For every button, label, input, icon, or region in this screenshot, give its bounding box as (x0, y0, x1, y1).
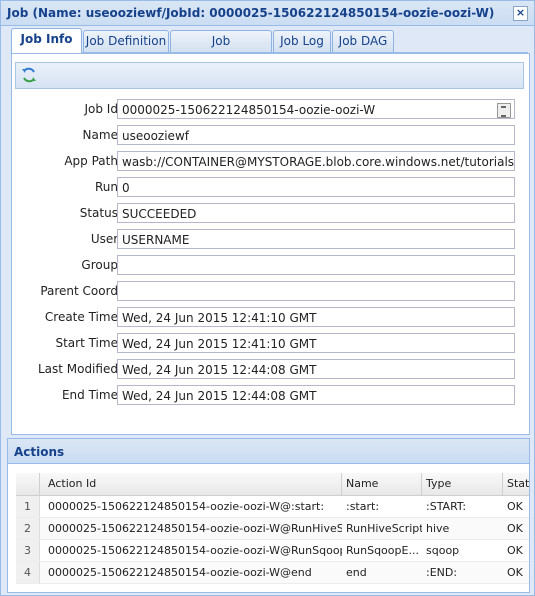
actions-title: Actions (14, 445, 65, 459)
user-field[interactable]: USERNAME (117, 229, 515, 249)
status-cell: OK (507, 566, 523, 579)
refresh-icon[interactable] (20, 66, 38, 84)
status-cell: OK (507, 544, 523, 557)
grid-header: Action Id Name Type Status (16, 473, 529, 496)
tab-bar: Job Info Job Definition Job Configuratio… (11, 28, 528, 69)
run-field[interactable]: 0 (117, 177, 515, 197)
field-row-user: User: USERNAME (12, 229, 529, 251)
action-id-cell: 0000025-150622124850154-oozie-oozi-W@Run… (48, 522, 342, 535)
tab-job-definition[interactable]: Job Definition (83, 30, 169, 52)
parent-coord-field[interactable] (117, 281, 515, 301)
last-modified-field[interactable]: Wed, 24 Jun 2015 12:44:08 GMT (117, 359, 515, 379)
column-header-status[interactable]: Status (503, 473, 529, 495)
status-field[interactable]: SUCCEEDED (117, 203, 515, 223)
app-path-label: App Path: (64, 154, 122, 168)
tab-job-dag[interactable]: Job DAG (332, 30, 394, 52)
last-modified-label: Last Modified: (37, 362, 122, 376)
name-cell: end (346, 566, 367, 579)
action-id-cell: 0000025-150622124850154-oozie-oozi-W@end (48, 566, 312, 579)
window-titlebar: Job (Name: useooziewf/JobId: 0000025-150… (1, 1, 534, 26)
status-label: Status: (79, 206, 122, 220)
job-window: Job (Name: useooziewf/JobId: 0000025-150… (0, 0, 535, 596)
tab-job-log[interactable]: Job Log (273, 30, 331, 52)
field-row-status: Status: SUCCEEDED (12, 203, 529, 225)
field-row-start-time: Start Time: Wed, 24 Jun 2015 12:41:10 GM… (12, 333, 529, 355)
end-time-field[interactable]: Wed, 24 Jun 2015 12:44:08 GMT (117, 385, 515, 405)
row-number: 4 (16, 562, 40, 583)
row-number: 1 (16, 496, 40, 517)
table-row[interactable]: 3 0000025-150622124850154-oozie-oozi-W@R… (16, 540, 529, 562)
type-cell: :START: (426, 500, 467, 513)
toolbar (15, 62, 524, 89)
type-cell: hive (426, 522, 450, 535)
row-number: 2 (16, 518, 40, 539)
column-header-action-id[interactable]: Action Id (40, 473, 342, 495)
table-row[interactable]: 2 0000025-150622124850154-oozie-oozi-W@R… (16, 518, 529, 540)
field-row-app-path: App Path: wasb://CONTAINER@MYSTORAGE.blo… (12, 151, 529, 173)
name-field[interactable]: useooziewf (117, 125, 515, 145)
field-row-job-id: Job Id: 0000025-150622124850154-oozie-oo… (12, 99, 529, 121)
create-time-label: Create Time: (44, 310, 122, 324)
field-row-run: Run: 0 (12, 177, 529, 199)
action-id-cell: 0000025-150622124850154-oozie-oozi-W@:st… (48, 500, 325, 513)
job-info-panel: Job Id: 0000025-150622124850154-oozie-oo… (11, 53, 530, 435)
table-row[interactable]: 1 0000025-150622124850154-oozie-oozi-W@:… (16, 496, 529, 518)
close-icon[interactable]: × (513, 6, 528, 21)
start-time-field[interactable]: Wed, 24 Jun 2015 12:41:10 GMT (117, 333, 515, 353)
type-cell: :END: (426, 566, 458, 579)
field-row-name: Name: useooziewf (12, 125, 529, 147)
name-cell: RunHiveScript (346, 522, 422, 535)
row-number: 3 (16, 540, 40, 561)
create-time-field[interactable]: Wed, 24 Jun 2015 12:41:10 GMT (117, 307, 515, 327)
group-label: Group: (81, 258, 122, 272)
field-row-group: Group: (12, 255, 529, 277)
job-id-value: 0000025-150622124850154-oozie-oozi-W (122, 103, 376, 117)
window-title: Job (Name: useooziewf/JobId: 0000025-150… (7, 6, 495, 20)
type-cell: sqoop (426, 544, 460, 557)
picker-icon[interactable] (497, 103, 511, 118)
name-cell: :start: (346, 500, 380, 513)
column-header-index (16, 473, 40, 495)
actions-grid: Action Id Name Type Status 1 0000025-150… (16, 473, 529, 585)
status-cell: OK (507, 522, 523, 535)
tab-job-info[interactable]: Job Info (11, 28, 82, 53)
column-header-name[interactable]: Name (342, 473, 422, 495)
actions-header: Actions (8, 439, 529, 464)
action-id-cell: 0000025-150622124850154-oozie-oozi-W@Run… (48, 544, 342, 557)
parent-coord-label: Parent Coord: (40, 284, 122, 298)
column-header-type[interactable]: Type (422, 473, 503, 495)
status-cell: OK (507, 500, 523, 513)
field-row-parent-coord: Parent Coord: (12, 281, 529, 303)
group-field[interactable] (117, 255, 515, 275)
tab-job-configuration[interactable]: Job Configuration (170, 30, 272, 69)
table-row[interactable]: 4 0000025-150622124850154-oozie-oozi-W@e… (16, 562, 529, 584)
name-cell: RunSqoopE... (346, 544, 419, 557)
actions-panel: Actions Action Id Name Type Status 1 000… (7, 438, 530, 593)
end-time-label: End Time: (61, 388, 122, 402)
start-time-label: Start Time: (55, 336, 122, 350)
field-row-create-time: Create Time: Wed, 24 Jun 2015 12:41:10 G… (12, 307, 529, 329)
app-path-field[interactable]: wasb://CONTAINER@MYSTORAGE.blob.core.win… (117, 151, 515, 171)
field-row-end-time: End Time: Wed, 24 Jun 2015 12:44:08 GMT (12, 385, 529, 407)
job-id-field[interactable]: 0000025-150622124850154-oozie-oozi-W (117, 99, 515, 119)
field-row-last-modified: Last Modified: Wed, 24 Jun 2015 12:44:08… (12, 359, 529, 381)
